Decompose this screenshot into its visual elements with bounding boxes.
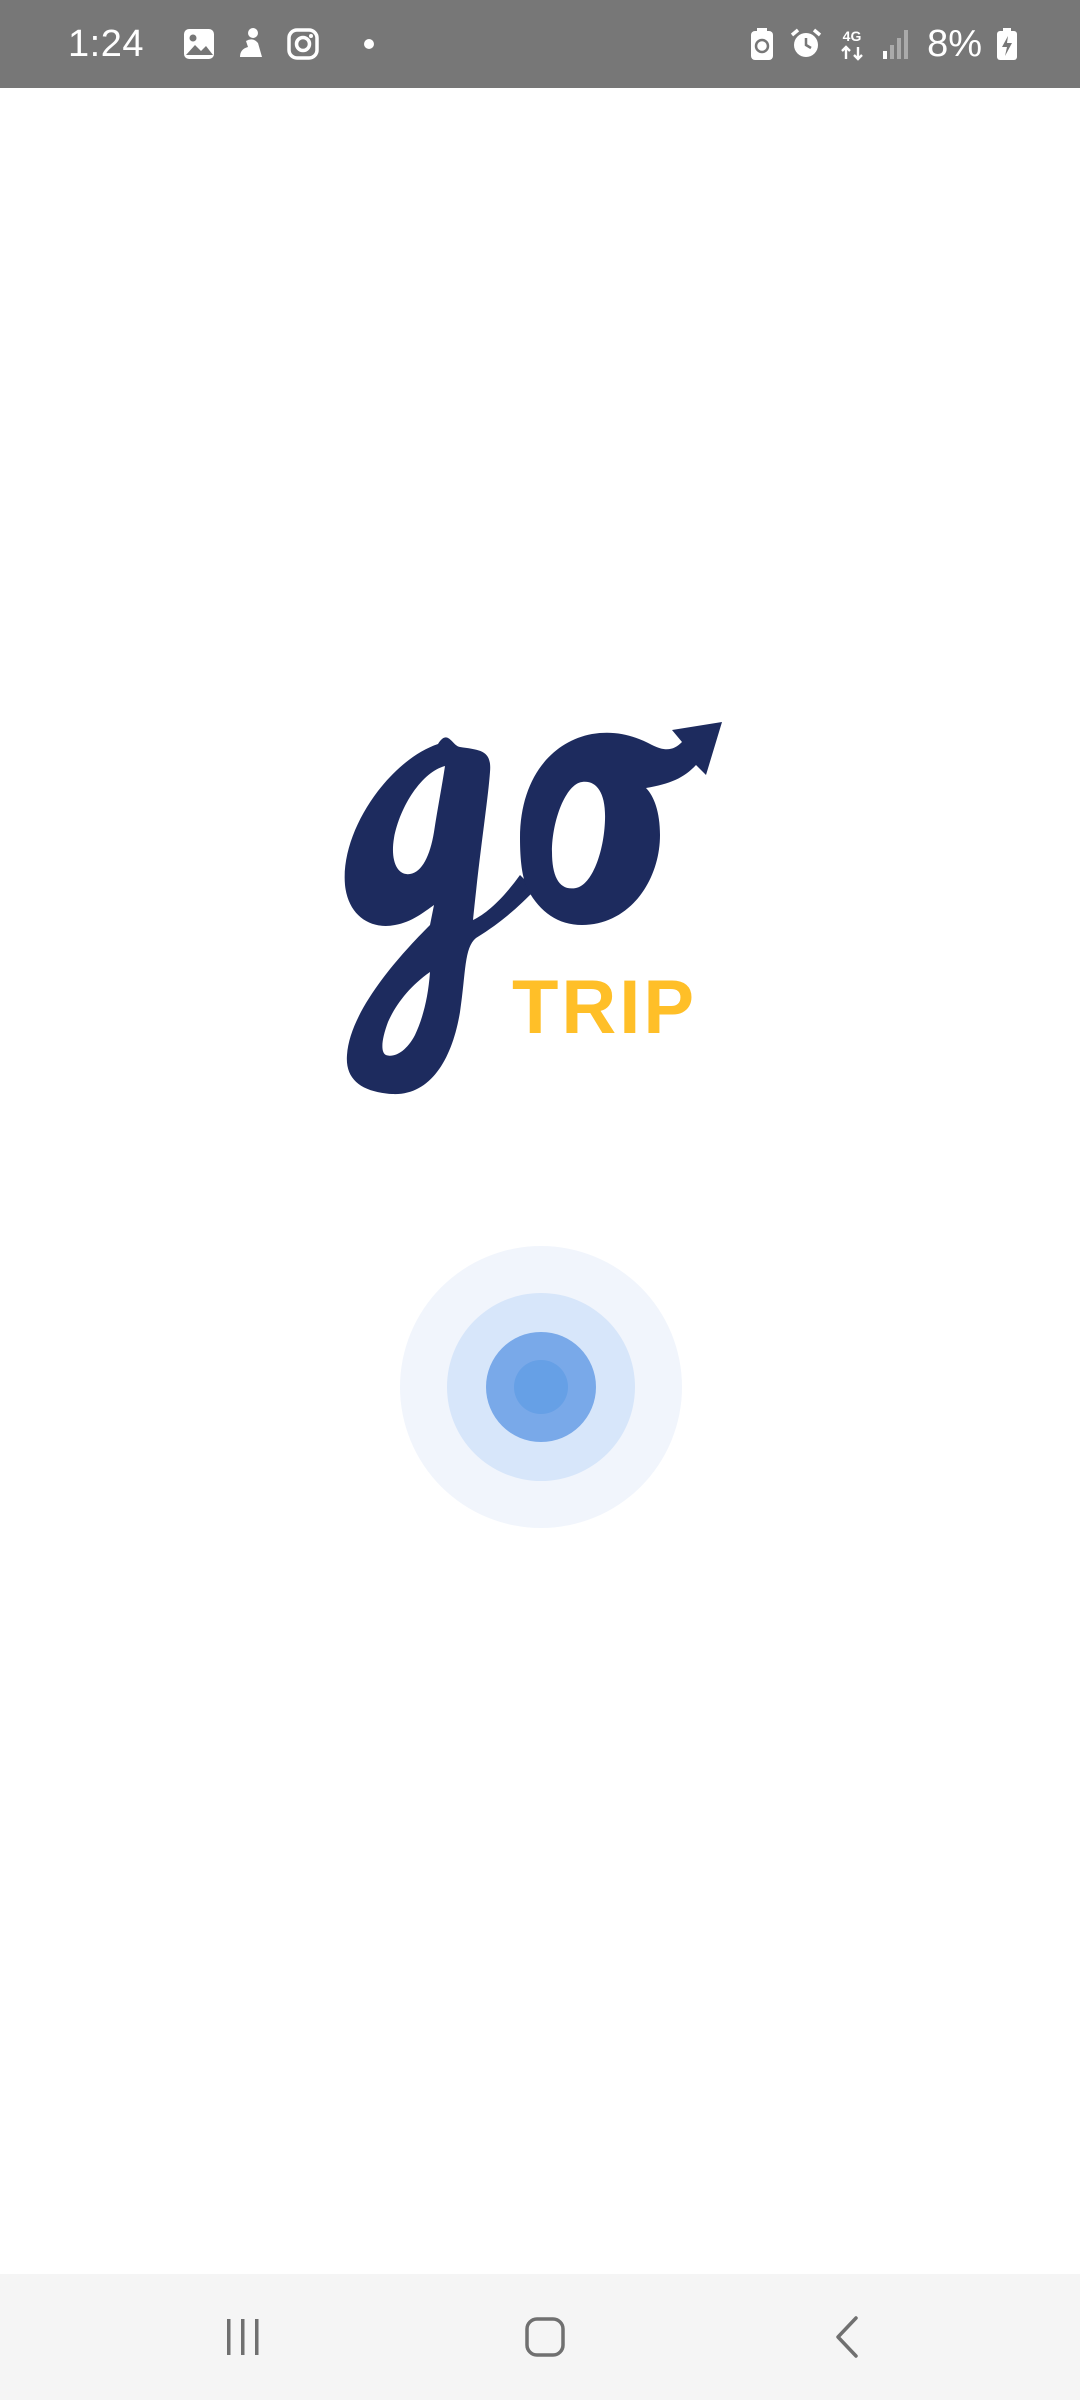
logo-go-wordmark <box>344 722 722 1095</box>
gotrip-logo: TRIP <box>330 720 750 1120</box>
status-left: 1:24 <box>68 0 374 88</box>
back-button[interactable] <box>788 2294 908 2380</box>
recents-button[interactable] <box>183 2294 303 2380</box>
gallery-icon <box>182 27 216 61</box>
splash-screen: 1:24 4G 8% TRIP <box>0 0 1080 2400</box>
loading-indicator <box>400 1246 682 1528</box>
network-4g-icon: 4G <box>837 27 867 61</box>
notification-dot <box>363 39 374 49</box>
svg-text:4G: 4G <box>843 28 862 44</box>
home-icon <box>525 2317 565 2357</box>
instagram-icon <box>286 27 320 61</box>
battery-saver-icon <box>749 27 775 61</box>
loader-core <box>514 1360 568 1414</box>
home-button[interactable] <box>485 2294 605 2380</box>
signal-icon <box>881 27 909 61</box>
status-time: 1:24 <box>68 22 144 65</box>
status-right: 4G 8% <box>749 0 1018 88</box>
battery-charging-icon <box>996 27 1018 61</box>
navigation-bar <box>0 2274 1080 2400</box>
figure-icon <box>236 27 266 61</box>
status-bar: 1:24 4G 8% <box>0 0 1080 88</box>
battery-percent: 8% <box>927 22 982 65</box>
back-icon <box>836 2316 858 2358</box>
recents-icon <box>227 2319 259 2355</box>
logo-trip-text: TRIP <box>512 965 698 1050</box>
alarm-icon <box>789 27 823 61</box>
